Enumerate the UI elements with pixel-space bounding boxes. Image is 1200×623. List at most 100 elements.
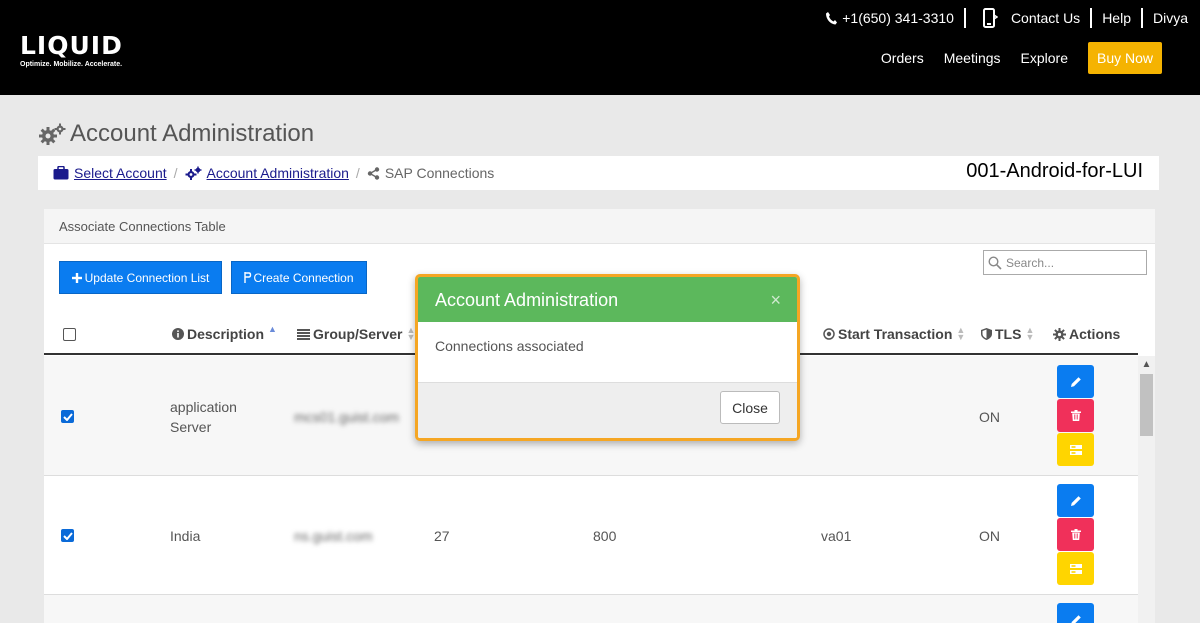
sort-icon: ▲ ▼: [956, 325, 966, 342]
subscribe-button[interactable]: [1057, 552, 1094, 585]
briefcase-icon: [53, 166, 69, 180]
close-icon[interactable]: ×: [770, 277, 781, 323]
column-tls-label: TLS: [995, 326, 1022, 342]
row-checkbox[interactable]: [61, 410, 74, 423]
column-group-server-label: Group/Server: [313, 326, 403, 342]
column-description[interactable]: Description ▲: [172, 323, 277, 342]
plus-icon: [71, 272, 82, 283]
account-name: 001-Android-for-LUI: [966, 160, 1143, 182]
breadcrumb: Select Account / Account Administration …: [38, 156, 1159, 190]
edit-button[interactable]: [1057, 365, 1094, 398]
table-row: India ns.guist.com 27 800 va01 ON: [44, 476, 1138, 595]
modal-header: Account Administration ×: [418, 277, 797, 322]
top-utility-row: +1(650) 341-3310 Contact Us Help Divya: [815, 6, 1200, 30]
dot-circle-icon: [823, 328, 835, 340]
column-actions: Actions: [1053, 326, 1120, 342]
pencil-icon: [1070, 376, 1081, 387]
gears-icon: [185, 166, 202, 180]
cell-server: ns.guist.com: [294, 528, 373, 544]
create-connection-label: Create Connection: [253, 270, 354, 285]
update-connection-list-label: Update Connection List: [84, 270, 210, 285]
checkmark-icon: [62, 531, 73, 540]
update-connection-list-button[interactable]: Update Connection List: [59, 261, 222, 294]
page-title: Account Administration: [38, 120, 314, 148]
top-bar: LIQUID Optimize. Mobilize. Accelerate. +…: [0, 0, 1200, 95]
logo-text: LIQUID: [20, 31, 123, 60]
shield-icon: [981, 328, 992, 340]
gear-icon: [1053, 327, 1066, 341]
breadcrumb-link[interactable]: Account Administration: [207, 165, 349, 181]
breadcrumb-current: SAP Connections: [367, 165, 494, 181]
liquid-logo[interactable]: LIQUID Optimize. Mobilize. Accelerate.: [20, 31, 123, 69]
cell-client: 800: [593, 528, 617, 544]
column-tls[interactable]: TLS ▲ ▼: [981, 326, 1034, 342]
gears-icon: [39, 123, 66, 145]
delete-button[interactable]: [1057, 518, 1094, 551]
cell-tls: ON: [979, 528, 1000, 544]
edit-button[interactable]: [1057, 603, 1094, 623]
search-input[interactable]: Search...: [983, 250, 1147, 275]
mobile-phone-icon: [982, 8, 998, 28]
create-icon: [244, 272, 252, 283]
checkmark-icon: [62, 412, 73, 421]
phone-number: +1(650) 341-3310: [842, 10, 954, 26]
info-icon: [172, 328, 184, 340]
table-scrollbar[interactable]: ▲: [1138, 356, 1155, 623]
page-title-text: Account Administration: [70, 120, 315, 147]
breadcrumb-link[interactable]: Select Account: [74, 165, 167, 181]
column-start-transaction[interactable]: Start Transaction ▲ ▼: [823, 326, 965, 342]
pencil-icon: [1070, 614, 1081, 623]
user-name: Divya: [1152, 10, 1188, 26]
share-icon: [367, 166, 380, 180]
phone-icon: [826, 12, 838, 25]
trash-icon: [1070, 410, 1081, 421]
delete-button[interactable]: [1057, 399, 1094, 432]
column-actions-label: Actions: [1069, 326, 1121, 342]
contact-us-label: Contact Us: [1010, 10, 1081, 26]
column-description-label: Description: [187, 326, 265, 342]
column-start-transaction-label: Start Transaction: [838, 326, 953, 342]
search-icon: [988, 255, 1002, 270]
pencil-icon: [1070, 495, 1081, 506]
subscribe-button[interactable]: [1057, 433, 1094, 466]
breadcrumb-separator: /: [173, 165, 178, 181]
modal-message: Connections associated: [418, 322, 797, 383]
buy-now-button[interactable]: Buy Now: [1088, 42, 1162, 74]
breadcrumb-current-label: SAP Connections: [384, 165, 495, 181]
list-icon: [297, 328, 310, 340]
cell-description: application Server: [170, 399, 237, 435]
table-row: [44, 595, 1138, 623]
breadcrumb-account-admin[interactable]: Account Administration: [185, 165, 349, 181]
help-link[interactable]: Help: [1092, 8, 1141, 28]
panel-title: Associate Connections Table: [44, 209, 1155, 244]
nav-explore[interactable]: Explore: [1021, 50, 1068, 66]
modal-title: Account Administration: [435, 290, 619, 310]
nav-orders[interactable]: Orders: [881, 50, 924, 66]
select-all-checkbox[interactable]: [63, 328, 76, 341]
modal-footer: Close: [418, 383, 797, 438]
scroll-up-icon[interactable]: ▲: [1138, 356, 1155, 373]
sort-icon: ▲ ▼: [1025, 325, 1035, 342]
phone-link[interactable]: +1(650) 341-3310: [815, 8, 964, 28]
main-nav: Orders Meetings Explore Buy Now: [861, 42, 1162, 74]
row-checkbox[interactable]: [61, 529, 74, 542]
cell-server: mcs01.guist.com: [294, 409, 400, 425]
contact-us-link[interactable]: Contact Us: [966, 8, 1090, 28]
sort-ascending-icon: ▲: [268, 323, 277, 334]
nav-meetings[interactable]: Meetings: [944, 50, 1001, 66]
column-group-server[interactable]: Group/Server ▲ ▼: [297, 326, 415, 342]
account-admin-modal: Account Administration × Connections ass…: [415, 274, 800, 441]
cell-start-transaction: va01: [821, 528, 852, 544]
create-connection-button[interactable]: Create Connection: [231, 261, 367, 294]
cell-tls: ON: [979, 409, 1000, 425]
cell-description: India: [170, 528, 201, 544]
search-placeholder: Search...: [1006, 255, 1055, 270]
subscribe-icon: [1069, 444, 1082, 455]
cell-instance: 27: [434, 528, 450, 544]
close-button[interactable]: Close: [720, 391, 780, 424]
edit-button[interactable]: [1057, 484, 1094, 517]
user-menu[interactable]: Divya: [1143, 8, 1200, 28]
scrollbar-thumb[interactable]: [1140, 374, 1153, 436]
breadcrumb-select-account[interactable]: Select Account: [53, 165, 167, 181]
subscribe-icon: [1069, 563, 1082, 574]
